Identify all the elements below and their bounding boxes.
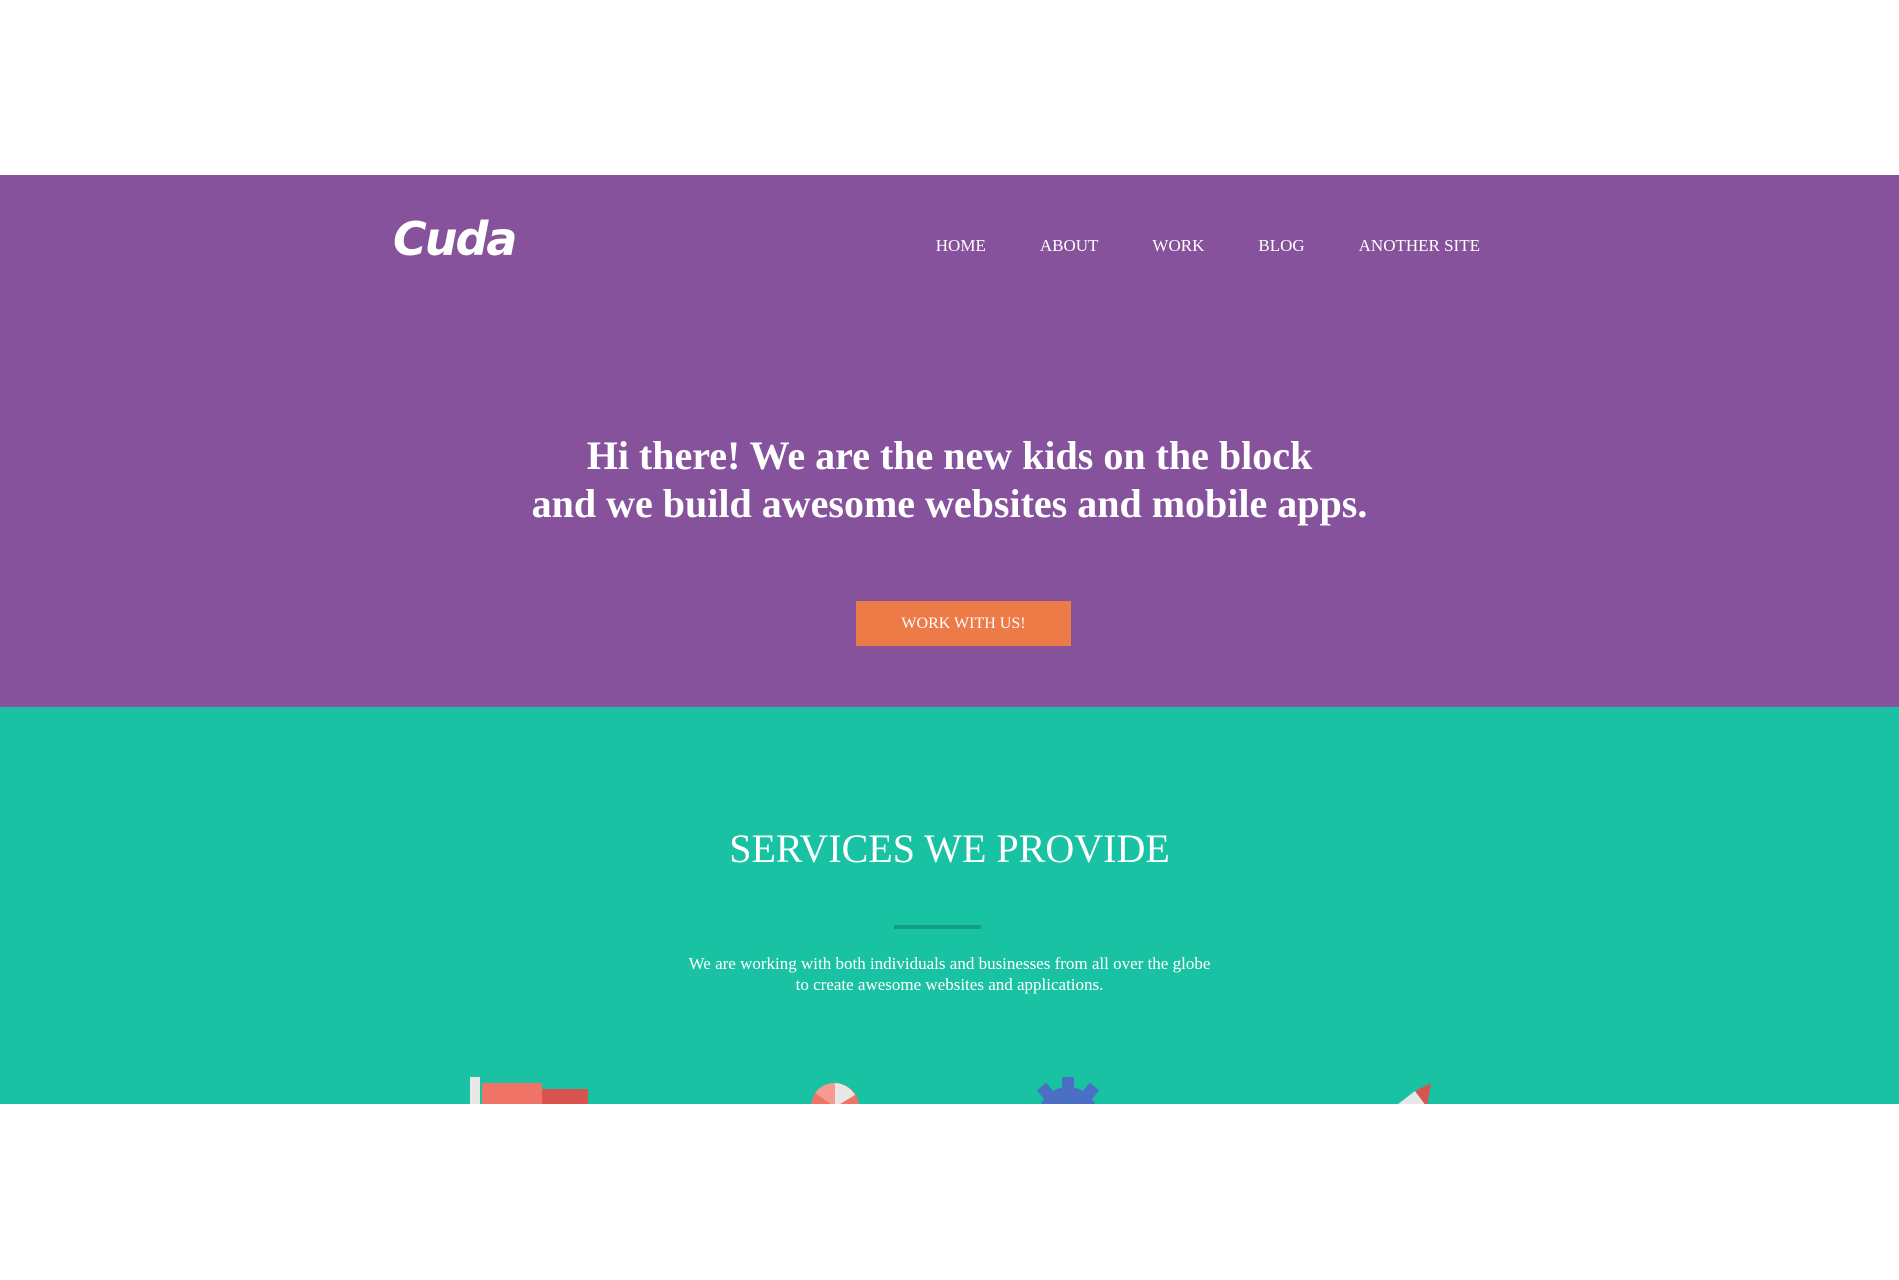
hero-headline-line2: and we build awesome websites and mobile… bbox=[531, 481, 1368, 526]
rocket-icon bbox=[1398, 1083, 1431, 1104]
hero-headline: Hi there! We are the new kids on the blo… bbox=[0, 432, 1899, 528]
services-section: SERVICES WE PROVIDE We are working with … bbox=[0, 707, 1899, 1104]
services-title: SERVICES WE PROVIDE bbox=[729, 826, 1170, 871]
title-divider bbox=[894, 925, 981, 929]
nav-home[interactable]: HOME bbox=[936, 236, 986, 256]
services-description-line2: to create awesome websites and applicati… bbox=[795, 975, 1104, 994]
nav-about[interactable]: ABOUT bbox=[1040, 236, 1099, 256]
services-description: We are working with both individuals and… bbox=[0, 953, 1899, 995]
ruler-icon bbox=[470, 1077, 588, 1104]
nav-work[interactable]: WORK bbox=[1152, 236, 1204, 256]
services-description-line1: We are working with both individuals and… bbox=[688, 954, 1211, 973]
hero-headline-line1: Hi there! We are the new kids on the blo… bbox=[586, 433, 1313, 478]
gear-icon bbox=[1036, 1077, 1100, 1104]
nav-another-site[interactable]: ANOTHER SITE bbox=[1359, 236, 1480, 256]
logo[interactable]: Cuda bbox=[393, 212, 517, 266]
main-nav: HOME ABOUT WORK BLOG ANOTHER SITE bbox=[882, 236, 1480, 256]
work-with-us-button[interactable]: WORK WITH US! bbox=[856, 601, 1071, 646]
pie-chart-icon bbox=[811, 1082, 859, 1104]
nav-blog[interactable]: BLOG bbox=[1258, 236, 1304, 256]
